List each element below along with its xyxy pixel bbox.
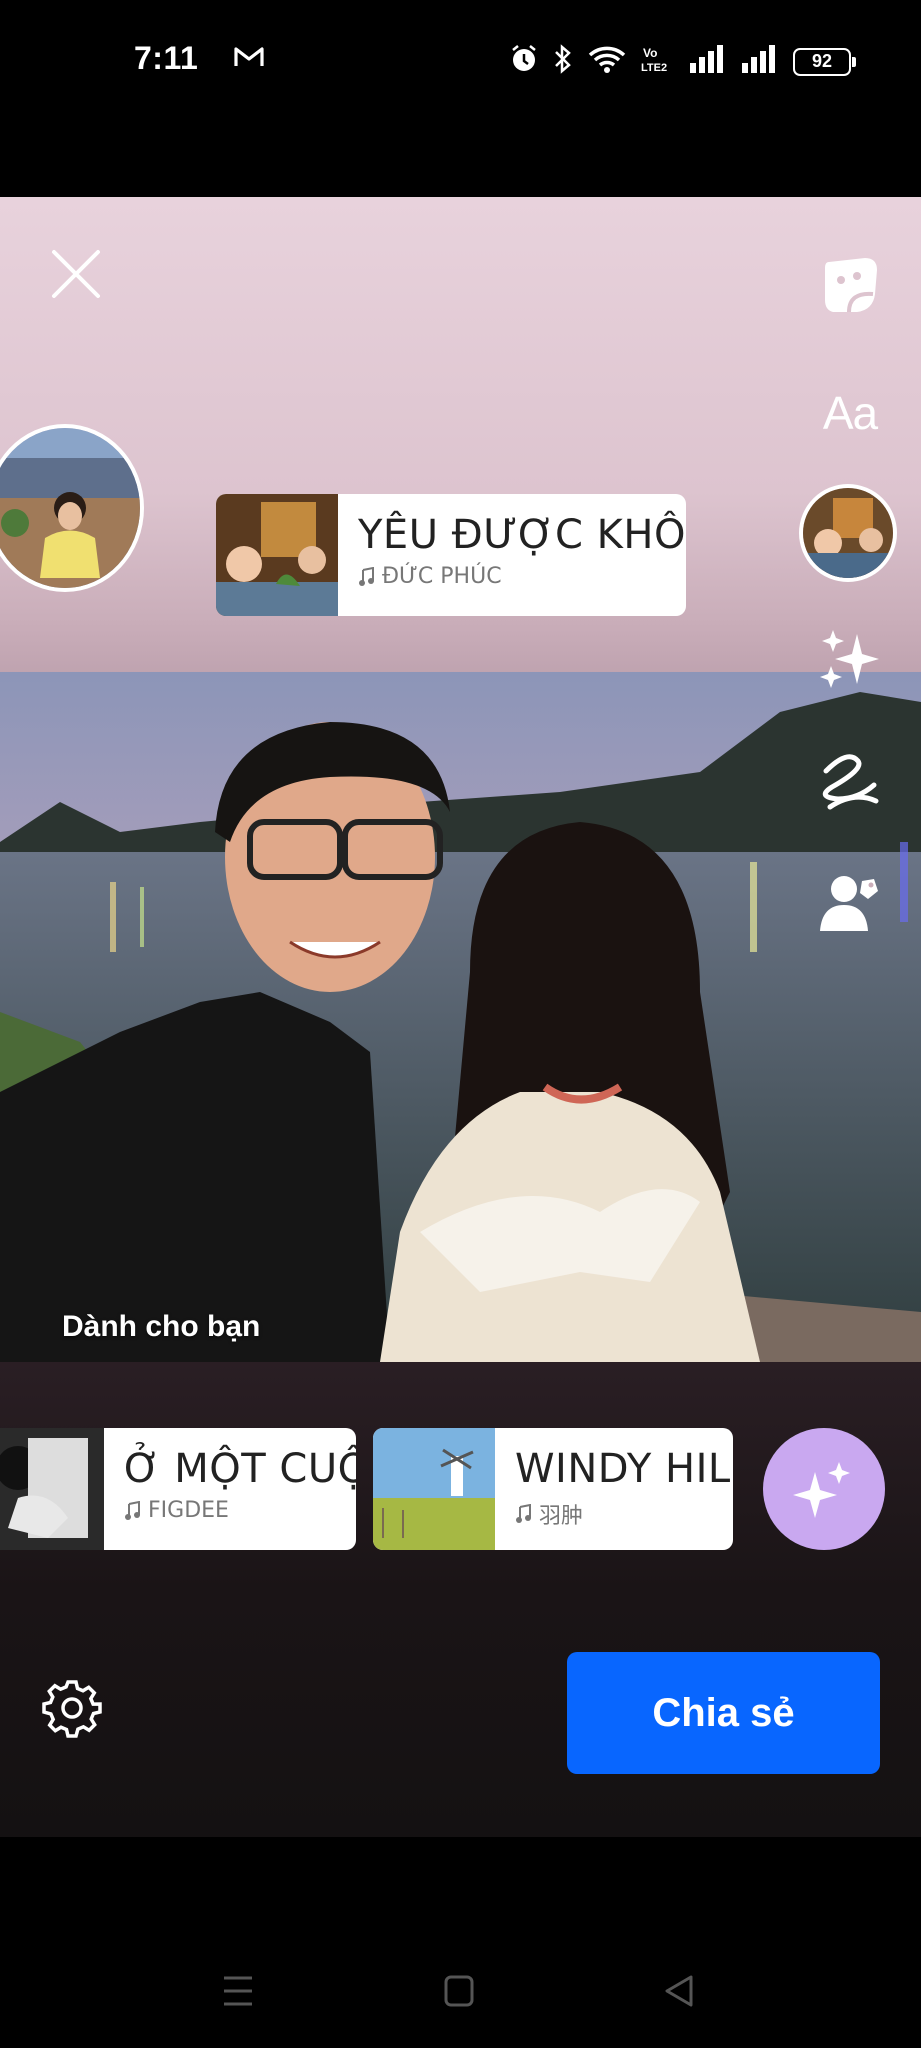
sticker-icon [825,258,877,313]
close-button[interactable] [46,244,106,304]
bluetooth-icon [553,44,573,79]
volte-icon: Vo LTE2 [641,44,675,79]
menu-icon [224,1976,252,2006]
song-artist-row: 羽肿 [515,1498,713,1530]
svg-text:Vo: Vo [643,46,657,60]
draw-button[interactable] [815,748,885,818]
signal-icon [741,45,779,78]
text-tool-button[interactable]: Aa [815,378,885,448]
back-nav-button[interactable] [663,1974,695,2013]
status-icons: Vo LTE2 92 [509,44,856,79]
song-artist: 羽肿 [539,1504,584,1529]
tag-people-icon [820,876,878,931]
gear-icon [42,1680,102,1738]
battery-icon: 92 [793,47,856,76]
gmail-icon [234,46,264,73]
close-icon [52,250,100,298]
song-title: YÊU ĐƯỢC KHÔNG [358,512,686,558]
song-artist: FIGDEE [148,1498,229,1523]
song-artist: ĐỨC PHÚC [382,564,502,589]
music-album-avatar[interactable] [803,488,893,578]
song-artist-row: FIGDEE [124,1498,336,1523]
menu-nav-button[interactable] [222,1974,254,2013]
squiggle-icon [822,754,879,810]
settings-button[interactable] [42,1678,102,1738]
tag-people-button[interactable] [815,868,885,938]
status-time: 7:11 [134,40,199,76]
sparkle-icon [793,1462,850,1518]
system-nav-bar [0,1837,921,2048]
sticker-button[interactable] [815,250,885,320]
back-triangle-icon [665,1975,693,2007]
song-title: Ở MỘT CUỘC [124,1446,356,1492]
music-sticker[interactable]: YÊU ĐƯỢC KHÔNG ĐỨC PHÚC [216,494,686,616]
effects-button[interactable] [815,624,885,694]
status-bar: 7:11 Vo LTE2 92 [0,0,921,197]
photo-caption: Dành cho bạn [62,1310,261,1343]
music-suggestion[interactable]: WINDY HILL 羽肿 [373,1428,733,1550]
album-art [373,1428,495,1550]
ai-suggest-button[interactable] [763,1428,885,1550]
music-note-icon [516,1504,531,1523]
song-title: WINDY HILL [515,1446,733,1492]
share-button[interactable]: Chia sẻ [567,1652,880,1774]
wifi-icon [587,44,627,79]
svg-text:LTE2: LTE2 [641,62,667,74]
home-square-icon [444,1975,474,2007]
song-artist-row: ĐỨC PHÚC [358,564,666,589]
music-suggestion[interactable]: Ở MỘT CUỘC FIGDEE [0,1428,356,1550]
story-photo[interactable] [0,672,921,1362]
music-note-icon [359,566,374,586]
home-nav-button[interactable] [443,1974,475,2013]
album-art [216,494,338,616]
signal-icon [689,45,727,78]
sparkle-icon [820,630,879,688]
album-art [0,1428,104,1550]
alarm-icon [509,44,539,79]
music-note-icon [125,1500,140,1520]
